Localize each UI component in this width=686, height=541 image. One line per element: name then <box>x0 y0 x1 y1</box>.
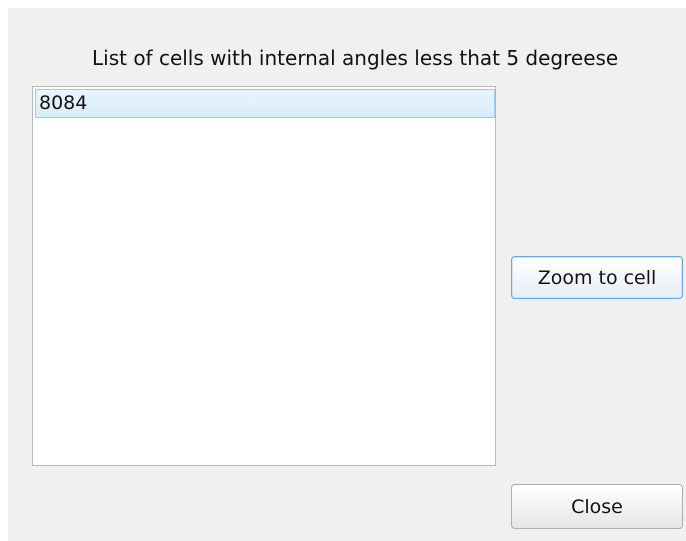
close-button[interactable]: Close <box>511 484 683 529</box>
dialog-heading: List of cells with internal angles less … <box>92 46 619 70</box>
cells-dialog: List of cells with internal angles less … <box>8 8 686 541</box>
list-item[interactable]: 8084 <box>35 89 495 118</box>
zoom-to-cell-button[interactable]: Zoom to cell <box>511 256 683 299</box>
cell-list[interactable]: 8084 <box>32 86 496 466</box>
